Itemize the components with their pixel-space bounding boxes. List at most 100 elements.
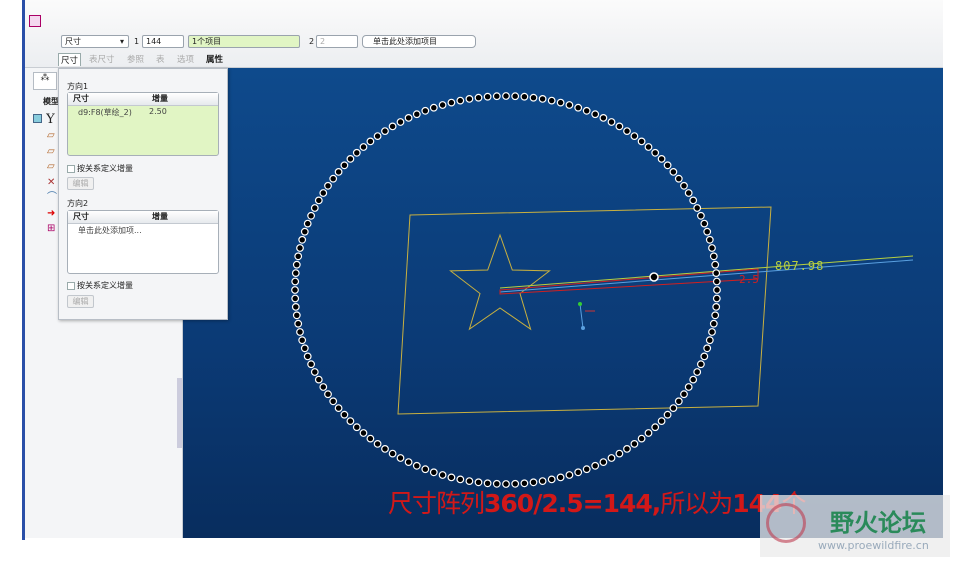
- pattern-instance: [492, 92, 501, 101]
- dir2-count-input[interactable]: 2: [316, 35, 358, 48]
- pattern-instance: [674, 174, 683, 183]
- pattern-instance: [697, 211, 705, 220]
- model-tree-label: 模型: [43, 97, 59, 106]
- pattern-instance: [669, 167, 678, 176]
- dropdown-arrow-icon: ▾: [119, 37, 124, 46]
- pattern-instance: [623, 127, 631, 135]
- pattern-instance: [404, 114, 413, 122]
- linear-dimension-value[interactable]: 807.98: [775, 259, 824, 273]
- tab-table-dims[interactable]: 表尺寸: [89, 53, 115, 65]
- tab-table[interactable]: 表: [156, 53, 165, 65]
- angle-dimension-value[interactable]: 2.5: [739, 273, 759, 286]
- pattern-instance: [630, 440, 639, 448]
- checkbox-label: 按关系定义增量: [77, 164, 133, 173]
- pattern-instance: [599, 458, 608, 467]
- pattern-instance: [708, 328, 716, 336]
- direction2-table: 尺寸 增量 单击此处添加项...: [67, 210, 219, 274]
- pattern-instance: [502, 92, 510, 100]
- tab-properties[interactable]: 属性: [206, 53, 223, 65]
- pattern-instance: [623, 445, 631, 453]
- row-increment[interactable]: 2.50: [149, 107, 167, 116]
- tab-options[interactable]: 选项: [177, 53, 194, 65]
- pattern-instance: [373, 440, 382, 448]
- pattern-instance: [352, 423, 361, 432]
- col-dimension: 尺寸: [73, 94, 89, 103]
- pattern-instance: [705, 336, 714, 345]
- pattern-instance: [663, 161, 672, 170]
- pattern-instance: [474, 93, 483, 102]
- dir2-add-items-button[interactable]: 单击此处添加项目: [362, 35, 476, 48]
- pattern-instance: [388, 449, 397, 458]
- pattern-instance: [296, 244, 304, 252]
- checkbox-label: 按关系定义增量: [77, 281, 133, 290]
- pattern-instance: [574, 468, 583, 477]
- pattern-instance: [689, 375, 698, 384]
- pattern-instance: [637, 137, 646, 146]
- watermark-url: www.proewildfire.cn: [818, 539, 929, 552]
- pattern-instance: [711, 311, 720, 320]
- star-sketch: [449, 233, 551, 331]
- pattern-instance: [296, 328, 304, 336]
- caption-formula: 360/2.5=144,: [484, 489, 661, 518]
- edit-button-1[interactable]: 编辑: [67, 177, 94, 190]
- relation-increment-checkbox-1[interactable]: 按关系定义增量: [67, 163, 133, 174]
- pattern-instance: [300, 227, 309, 236]
- pattern-instance: [340, 410, 349, 419]
- selected-instance[interactable]: [649, 272, 659, 282]
- pattern-instance: [292, 311, 301, 320]
- pattern-instance: [404, 458, 413, 467]
- table-header: 尺寸 增量: [68, 211, 218, 224]
- pattern-instance: [644, 429, 653, 437]
- dir1-count-input[interactable]: 144: [142, 35, 184, 48]
- pattern-instance: [615, 449, 624, 458]
- pattern-instance: [319, 189, 328, 197]
- tree-item-icons: ▱ ▱ ▱ ✕ ⌒ ➜ ⊞: [47, 130, 57, 234]
- tab-dimensions[interactable]: 尺寸: [58, 53, 82, 66]
- scrollbar[interactable]: [177, 378, 182, 448]
- pattern-instance: [651, 423, 660, 432]
- pattern-instance: [689, 196, 698, 205]
- pattern-instance: [429, 103, 438, 112]
- pattern-instance: [412, 461, 421, 470]
- caption-text: 尺寸阵列: [388, 489, 485, 518]
- add-item-row[interactable]: 单击此处添加项...: [68, 224, 218, 236]
- pattern-instance: [303, 219, 312, 228]
- pattern-instance: [324, 181, 332, 190]
- pattern-instance: [709, 319, 718, 328]
- tree-tab-button[interactable]: ⁂: [33, 72, 57, 90]
- pattern-instance: [314, 196, 323, 205]
- pattern-instance: [359, 143, 368, 151]
- pattern-type-select[interactable]: 尺寸 ▾: [61, 35, 129, 48]
- pattern-instance: [693, 204, 702, 212]
- direction1-table: 尺寸 增量 d9:F8(草绘_2) 2.50: [67, 92, 219, 156]
- pattern-instance: [396, 118, 405, 126]
- tree-root[interactable]: Y: [33, 112, 55, 127]
- pattern-instance: [651, 148, 660, 157]
- pattern-instance: [298, 235, 307, 244]
- pattern-instance: [291, 286, 299, 294]
- pattern-instance: [381, 445, 389, 453]
- csys-icon: [578, 302, 595, 330]
- pattern-instance: [346, 417, 355, 426]
- dir1-items-field[interactable]: 1个项目: [188, 35, 300, 48]
- pattern-instance: [663, 410, 672, 419]
- pattern-instance: [711, 260, 720, 269]
- table-header: 尺寸 增量: [68, 93, 218, 106]
- graphics-canvas[interactable]: 2.5 807.98: [183, 68, 943, 538]
- row-dimension: d9:F8(草绘_2): [78, 108, 132, 117]
- dimension-line: [499, 255, 914, 289]
- edit-button-2[interactable]: 编辑: [67, 295, 94, 308]
- pattern-instance: [298, 336, 307, 345]
- pattern-instance: [697, 360, 705, 369]
- pattern-instance: [680, 390, 688, 399]
- table-row[interactable]: d9:F8(草绘_2) 2.50: [68, 106, 218, 118]
- pattern-instance: [421, 465, 430, 474]
- pattern-instance: [303, 352, 312, 361]
- relation-increment-checkbox-2[interactable]: 按关系定义增量: [67, 280, 133, 291]
- pattern-instance: [291, 269, 300, 278]
- model-view: 2.5 807.98: [291, 92, 914, 488]
- part-icon: [33, 114, 42, 123]
- pattern-instance: [630, 132, 639, 140]
- tab-references[interactable]: 参照: [127, 53, 144, 65]
- direction1-title: 方向1: [67, 82, 89, 91]
